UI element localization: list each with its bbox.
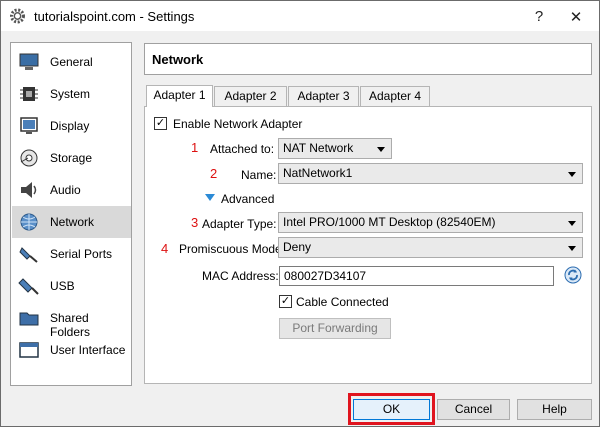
storage-icon (20, 149, 38, 167)
step-number-4: 4 (161, 241, 169, 256)
name-label: Name: (241, 168, 277, 182)
adapter-type-select[interactable]: Intel PRO/1000 MT Desktop (82540EM) (278, 212, 583, 233)
monitor-icon (19, 53, 39, 70)
sidebar-item-label: Audio (50, 183, 81, 197)
sidebar-item-label: System (50, 87, 91, 101)
promiscuous-mode-value: Deny (283, 240, 312, 254)
advanced-toggle[interactable]: Advanced (221, 192, 274, 206)
sidebar-item-label: User Interface (50, 343, 126, 357)
sidebar-item-system[interactable]: System (12, 78, 131, 110)
display-icon (20, 117, 38, 134)
mac-address-field[interactable]: 080027D34107 (279, 266, 554, 286)
tab-adapter-1[interactable]: Adapter 1 (146, 85, 213, 107)
window-title: tutorialspoint.com - Settings (34, 9, 195, 24)
chevron-down-icon (377, 147, 385, 152)
sidebar-item-user-interface[interactable]: User Interface (12, 334, 131, 366)
cable-connected-checkbox[interactable]: ✓ (279, 295, 292, 308)
settings-sidebar: General System Display Storage Audio Net… (10, 42, 132, 386)
enable-adapter-label: Enable Network Adapter (173, 117, 303, 131)
step-number-3: 3 (191, 215, 199, 230)
section-header: Network (144, 43, 592, 75)
usb-icon (18, 278, 39, 295)
sidebar-item-usb[interactable]: USB (12, 270, 131, 302)
close-button[interactable]: ✕ (553, 1, 599, 32)
help-button[interactable]: Help (517, 399, 592, 420)
page-title: Network (152, 52, 204, 67)
title-bar: tutorialspoint.com - Settings ? ✕ (1, 1, 599, 32)
chip-icon (20, 87, 38, 101)
adapter-type-value: Intel PRO/1000 MT Desktop (82540EM) (283, 215, 496, 229)
serial-port-icon (19, 247, 38, 263)
settings-window: tutorialspoint.com - Settings ? ✕ Genera… (0, 0, 600, 427)
sidebar-item-general[interactable]: General (12, 46, 131, 78)
chevron-down-icon (568, 221, 576, 226)
tab-adapter-4[interactable]: Adapter 4 (360, 86, 430, 107)
network-icon (20, 213, 38, 231)
adapter-type-label: Adapter Type: (202, 217, 277, 231)
sidebar-item-network[interactable]: Network (12, 206, 131, 238)
folder-icon (19, 312, 39, 326)
enable-adapter-checkbox[interactable]: ✓ (154, 117, 167, 130)
sidebar-item-serial-ports[interactable]: Serial Ports (12, 238, 131, 270)
expand-triangle-icon[interactable] (205, 194, 215, 202)
sidebar-item-audio[interactable]: Audio (12, 174, 131, 206)
attached-to-select[interactable]: NAT Network (278, 138, 392, 159)
tab-adapter-2[interactable]: Adapter 2 (214, 86, 287, 107)
window-icon (19, 342, 39, 358)
sidebar-item-label: Display (50, 119, 90, 133)
sidebar-item-label: Storage (50, 151, 93, 165)
ok-highlight-box (348, 393, 435, 425)
sidebar-item-label: Network (50, 215, 95, 229)
cable-connected-label: Cable Connected (296, 295, 389, 309)
sidebar-item-shared-folders[interactable]: Shared Folders (12, 302, 131, 339)
speaker-icon (21, 182, 37, 198)
mac-address-label: MAC Address: (202, 269, 279, 283)
refresh-icon[interactable] (564, 266, 582, 284)
sidebar-item-label: USB (50, 279, 75, 293)
sidebar-item-label: General (50, 55, 93, 69)
step-number-2: 2 (210, 166, 218, 181)
chevron-down-icon (568, 246, 576, 251)
chevron-down-icon (568, 172, 576, 177)
step-number-1: 1 (191, 140, 199, 155)
cancel-button[interactable]: Cancel (437, 399, 510, 420)
tab-adapter-3[interactable]: Adapter 3 (288, 86, 359, 107)
gear-icon (10, 8, 25, 24)
attached-to-label: Attached to: (210, 142, 275, 156)
close-icon: ✕ (569, 8, 583, 26)
promiscuous-mode-label: Promiscuous Mode: (179, 242, 286, 256)
attached-to-value: NAT Network (283, 141, 354, 155)
name-value: NatNetwork1 (283, 166, 353, 180)
sidebar-item-display[interactable]: Display (12, 110, 131, 142)
port-forwarding-button[interactable]: Port Forwarding (279, 318, 391, 339)
promiscuous-mode-select[interactable]: Deny (278, 237, 583, 258)
name-select[interactable]: NatNetwork1 (278, 163, 583, 184)
sidebar-item-storage[interactable]: Storage (12, 142, 131, 174)
sidebar-item-label: Serial Ports (50, 247, 113, 261)
